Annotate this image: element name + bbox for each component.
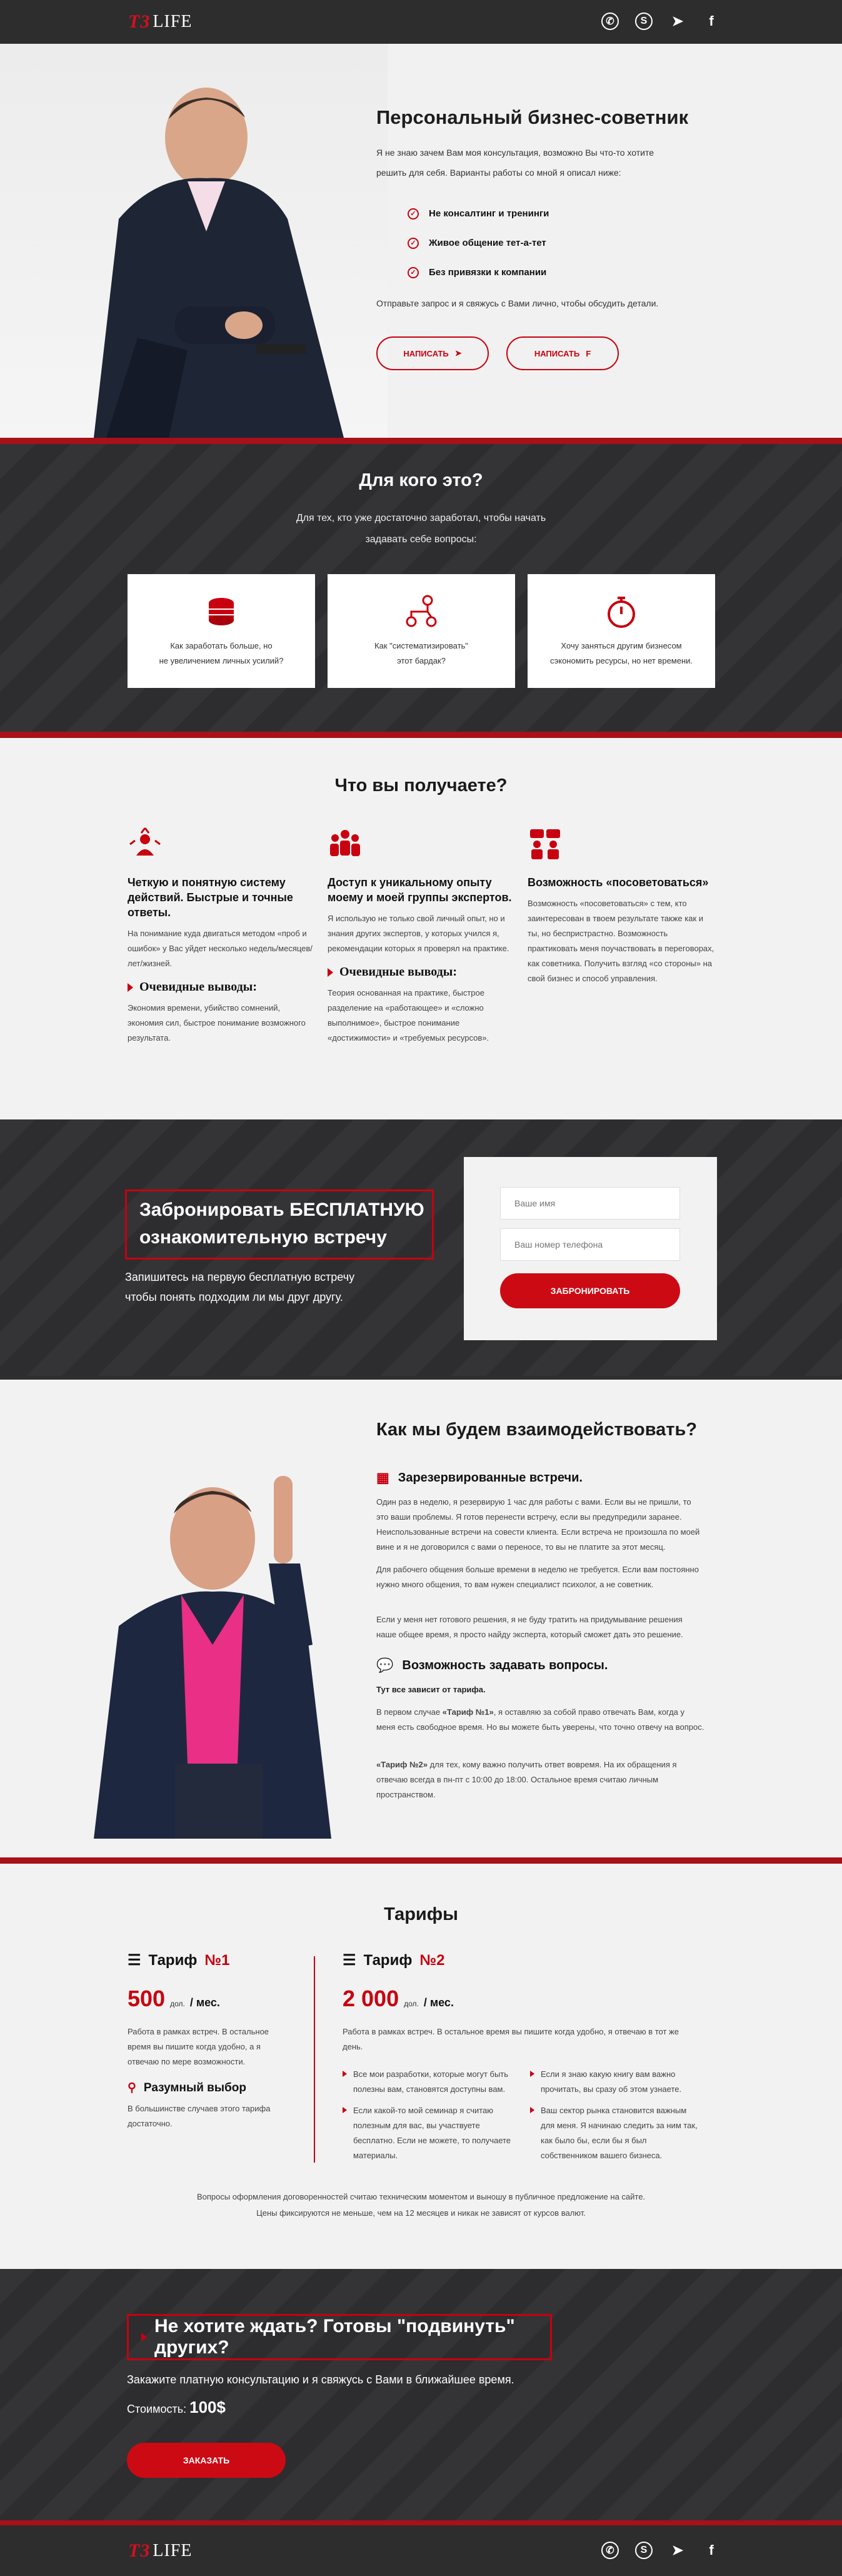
coins-icon xyxy=(209,598,234,625)
tariff-2: ☰ Тариф №2 2 000 дол. / мес. Работа в рамка… xyxy=(343,1951,698,2160)
book-submit-button[interactable]: Забронировать xyxy=(500,1273,680,1308)
facebook-icon[interactable]: f xyxy=(703,13,720,30)
calendar-icon: ▦ xyxy=(376,1470,389,1485)
check-item: ✓ Без привязки к компании xyxy=(408,258,549,287)
chat-icon: 💬 xyxy=(376,1657,394,1673)
workflow-icon xyxy=(406,595,437,627)
arrow-icon xyxy=(128,982,133,992)
telegram-icon[interactable]: ➤ xyxy=(669,2542,686,2559)
telegram-icon[interactable]: ➤ xyxy=(669,13,686,30)
telegram-icon: ➤ xyxy=(454,348,462,358)
who-title: Для кого это? xyxy=(359,470,483,490)
hero-checklist: ✓ Не консалтинг и тренинги ✓ Живое общение… xyxy=(408,199,549,287)
check-icon: ✓ xyxy=(408,208,419,220)
check-icon: ✓ xyxy=(408,266,419,278)
booking-form: Забронировать xyxy=(464,1157,717,1340)
site-logo[interactable]: T3 LIFE xyxy=(128,11,192,33)
question-card: Как заработать больше, но не увеличением … xyxy=(128,574,315,688)
timer-icon xyxy=(608,597,635,628)
benefit-column: Возможность «посоветоваться» Возможность… xyxy=(528,827,715,986)
check-item: ✓ Живое общение тет-а-тет xyxy=(408,228,549,258)
check-icon: ✓ xyxy=(408,237,419,249)
skype-icon[interactable]: S xyxy=(635,2542,653,2559)
facebook-icon[interactable]: f xyxy=(703,2542,720,2559)
hero-send-text: Отправьте запрос и я свяжусь с Вами личн… xyxy=(376,298,659,308)
cta-cost: Стоимость: 100$ xyxy=(127,2398,226,2417)
benefits-title: Что вы получаете? xyxy=(334,775,508,796)
facebook-icon: f xyxy=(586,348,591,358)
phone-input[interactable] xyxy=(500,1228,680,1261)
order-button[interactable]: Заказать xyxy=(127,2443,286,2478)
whatsapp-icon[interactable]: ✆ xyxy=(601,13,619,30)
who-sub-line2: задавать себе вопросы: xyxy=(365,534,477,545)
tariffs-title: Тарифы xyxy=(384,1904,458,1924)
advisors-icon xyxy=(530,829,560,859)
question-card: Хочу заняться другим бизнесом сэкономить … xyxy=(528,574,715,688)
question-card: Как "систематизировать" этот бардак? xyxy=(328,574,515,688)
cta-title-box: Не хотите ждать? Готовы "подвинуть" друг… xyxy=(127,2314,552,2360)
section-divider xyxy=(0,732,842,738)
social-links: ✆ S ➤ f xyxy=(601,13,720,30)
advisor-photo xyxy=(94,88,344,438)
location-pin-icon: ⚲ xyxy=(128,2081,136,2094)
footer-logo[interactable]: T3 LIFE xyxy=(128,2540,192,2562)
who-sub-line1: Для тех, кто уже достаточно заработал, ч… xyxy=(296,513,546,523)
target-person-icon xyxy=(129,827,161,856)
booking-subtitle: Запишитесь на первую бесплатную встречу ч… xyxy=(125,1271,355,1303)
hero-title: Персональный бизнес-советник xyxy=(376,106,689,128)
footer-social-links: ✆ S ➤ f xyxy=(601,2542,720,2559)
tariff-1: ☰ Тариф №1 500 дол. / мес. Работа в рамках … xyxy=(128,1951,271,2129)
booking-title-box: Забронировать БЕСПЛАТНУЮ ознакомительную … xyxy=(125,1190,434,1260)
section-divider xyxy=(0,1857,842,1864)
arrow-icon xyxy=(328,967,333,977)
cta-section xyxy=(0,2269,842,2520)
benefit-column: Четкую и понятную систему действий. Быст… xyxy=(128,827,315,1046)
footer: T3 LIFE ✆ S ➤ f xyxy=(0,2525,842,2576)
cta-subtitle: Закажите платную консультацию и я свяжус… xyxy=(127,2373,514,2386)
name-input[interactable] xyxy=(500,1187,680,1220)
section-divider xyxy=(0,2520,842,2525)
whatsapp-icon[interactable]: ✆ xyxy=(601,2542,619,2559)
section-divider xyxy=(0,438,842,444)
team-icon xyxy=(330,830,360,856)
hero-section: Персональный бизнес-советник Я не знаю з… xyxy=(0,44,842,438)
interaction-title: Как мы будем взаимодействовать? xyxy=(376,1420,698,1440)
database-icon: ☰ xyxy=(128,1952,141,1969)
benefit-column: Доступ к уникальному опыту моему и моей … xyxy=(328,827,515,1046)
advisor-photo-2 xyxy=(94,1476,331,1839)
write-facebook-button[interactable]: Написать f xyxy=(506,336,619,370)
check-item: ✓ Не консалтинг и тренинги xyxy=(408,199,549,228)
hero-intro: Я не знаю зачем Вам моя консультация, во… xyxy=(376,148,654,178)
top-navbar: T3 LIFE ✆ S ➤ f xyxy=(0,0,842,44)
database-icon: ☰ xyxy=(343,1952,356,1969)
skype-icon[interactable]: S xyxy=(635,13,653,30)
tariff-divider xyxy=(314,1956,315,2163)
write-telegram-button[interactable]: Написать ➤ xyxy=(376,336,489,370)
